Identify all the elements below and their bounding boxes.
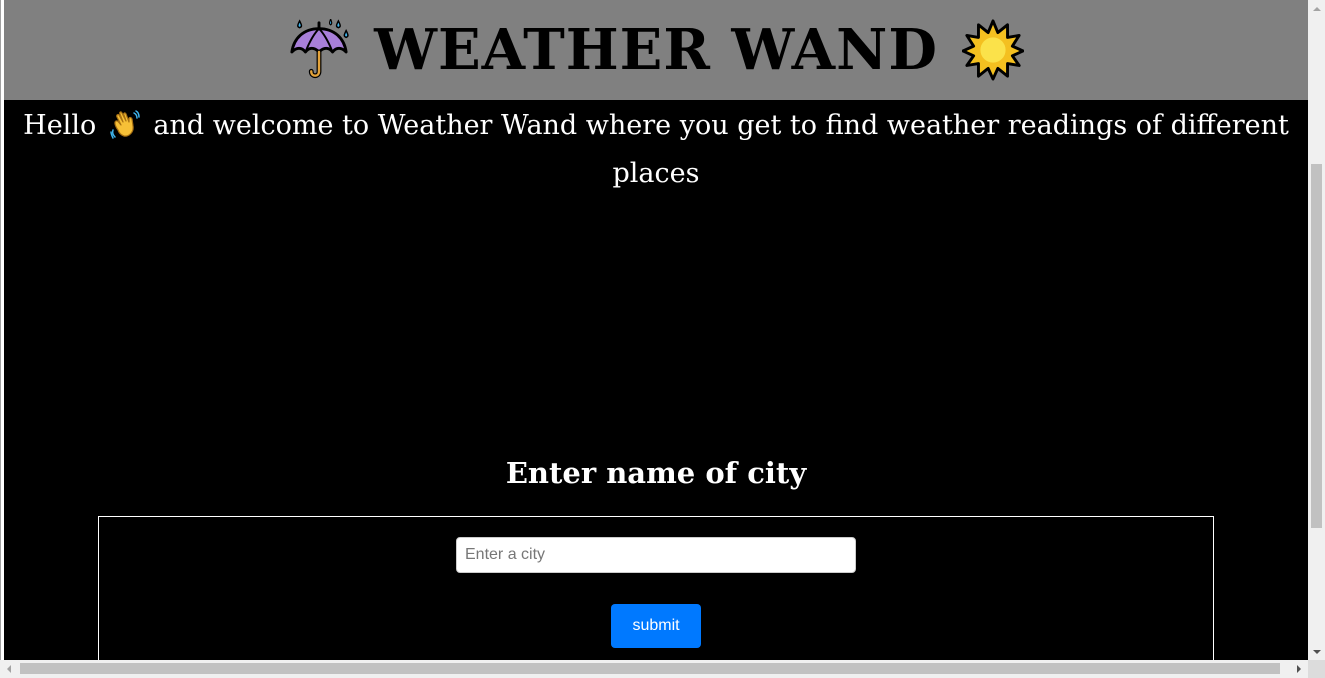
app-title: WEATHER WAND [374, 17, 938, 83]
city-search-form: submit [98, 516, 1214, 660]
city-form-heading: Enter name of city [505, 456, 807, 490]
horizontal-scroll-thumb[interactable] [20, 663, 1280, 674]
welcome-message: Hello and welcome to Weather Wand where … [16, 102, 1296, 198]
vertical-scrollbar[interactable] [1308, 0, 1325, 660]
scroll-right-icon[interactable] [1290, 660, 1308, 678]
page-viewport: WEATHER WAND Hello and welcome to Weathe… [4, 0, 1308, 660]
waving-hand-icon [110, 110, 140, 139]
app-header: WEATHER WAND [4, 0, 1308, 100]
scroll-left-icon[interactable] [0, 660, 18, 678]
scroll-up-icon[interactable] [1308, 0, 1325, 17]
horizontal-scrollbar[interactable] [0, 660, 1308, 678]
welcome-text: and welcome to Weather Wand where you ge… [153, 110, 1289, 189]
scrollbar-corner [1308, 660, 1325, 678]
umbrella-with-rain-icon [290, 19, 349, 79]
sun-icon [961, 19, 1024, 81]
vertical-scroll-thumb[interactable] [1311, 164, 1322, 528]
submit-button[interactable]: submit [611, 604, 701, 648]
welcome-greeting: Hello [23, 110, 97, 141]
city-input[interactable] [456, 537, 856, 573]
scroll-down-icon[interactable] [1308, 643, 1325, 660]
